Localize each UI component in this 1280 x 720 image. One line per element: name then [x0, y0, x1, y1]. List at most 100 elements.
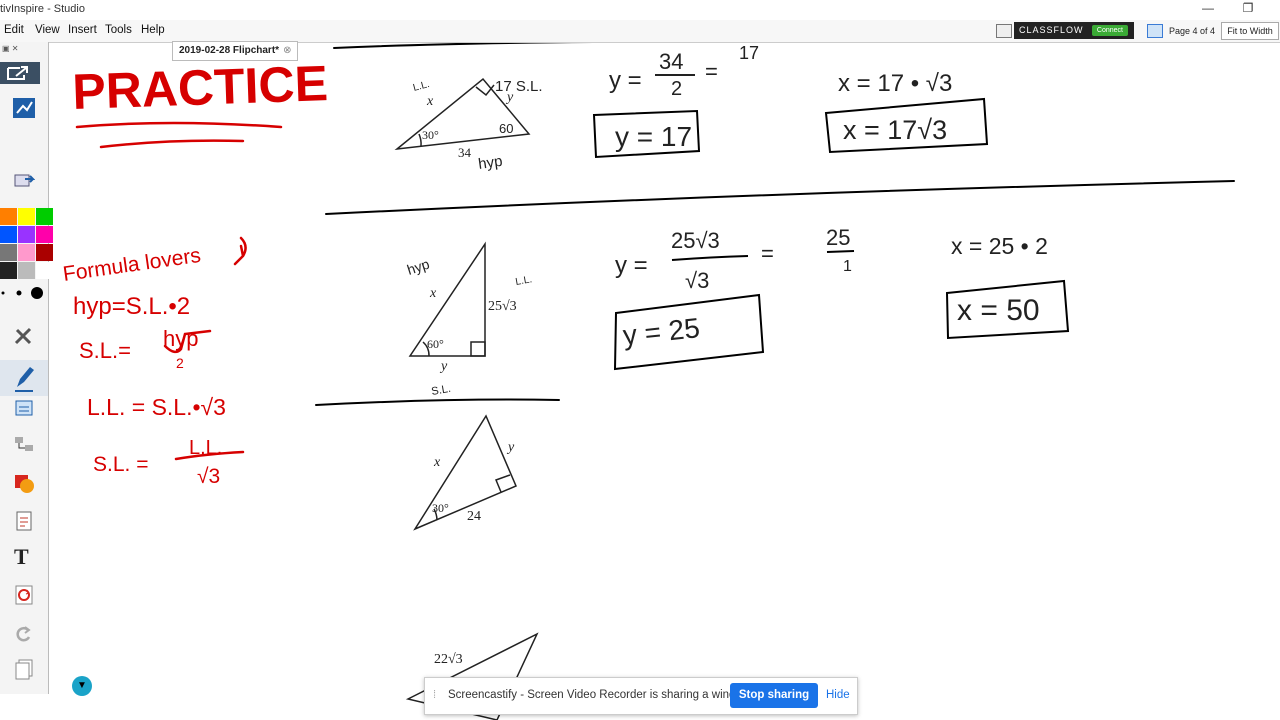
- p1-note-ll: L.L.: [412, 79, 431, 94]
- p2-y-answer: y = 25: [621, 312, 701, 351]
- divider-line-2: [315, 398, 560, 406]
- shape-icon[interactable]: [13, 472, 35, 493]
- p3-label-side: 24: [467, 509, 481, 524]
- formula-hyp: hyp=S.L.•2: [73, 293, 190, 320]
- pen-tool[interactable]: [0, 360, 48, 396]
- p1-note-sixty: 60: [499, 121, 513, 136]
- p3-label-angle: 30°: [432, 501, 449, 515]
- practice-title: PRACTICE: [71, 55, 328, 120]
- p2-label-x: x: [429, 286, 437, 301]
- p2-label-angle: 60°: [427, 337, 444, 351]
- triangle-2-right-angle: [470, 341, 486, 357]
- share-message: Screencastify - Screen Video Recorder is…: [448, 689, 753, 701]
- document-icon[interactable]: [13, 510, 35, 531]
- color-swatch[interactable]: [0, 226, 17, 243]
- formula-sl2-denominator: √3: [197, 465, 220, 488]
- p1-note-sl: 17 S.L.: [495, 78, 543, 95]
- p2-y-numerator: 25√3: [671, 228, 720, 253]
- menu-help[interactable]: Help: [141, 24, 165, 36]
- connector-icon[interactable]: [13, 434, 35, 454]
- formula-heading: Formula lovers: [61, 244, 202, 286]
- p1-label-angle: 30°: [422, 128, 439, 142]
- p2-y-result-denominator: 1: [843, 258, 852, 275]
- minimize-icon[interactable]: —: [1190, 1, 1226, 19]
- p1-y-lhs: y =: [609, 67, 642, 94]
- menu-view[interactable]: View: [35, 24, 60, 36]
- divider-line-top: [333, 43, 595, 49]
- formula-sl-denominator: 2: [176, 355, 184, 371]
- drag-handle-icon[interactable]: ⁞: [433, 689, 436, 701]
- text-tool-icon[interactable]: T: [14, 546, 36, 568]
- screen-share-bar: ⁞ Screencastify - Screen Video Recorder …: [424, 677, 858, 715]
- p2-y-denominator: √3: [685, 268, 709, 293]
- menu-bar: Edit View Insert Tools Help 2019-02-28 F…: [0, 20, 1280, 61]
- triangle-3: [413, 414, 517, 531]
- classflow-label: CLASSFLOW: [1019, 25, 1084, 35]
- tools-icon[interactable]: [13, 326, 35, 346]
- p2-note-sl: S.L.: [430, 383, 451, 398]
- classflow-button[interactable]: CLASSFLOW Connect: [1014, 22, 1134, 39]
- page-sorter-icon[interactable]: [1147, 24, 1163, 38]
- menu-tools[interactable]: Tools: [105, 24, 132, 36]
- formula-sl2-numerator: L.L.: [189, 437, 222, 459]
- p2-x-equation: x = 25 • 2: [951, 233, 1048, 259]
- p2-note-hyp: hyp: [405, 256, 432, 278]
- divider-line-1: [325, 180, 1235, 215]
- reset-page-icon[interactable]: [13, 584, 35, 605]
- menu-insert[interactable]: Insert: [68, 24, 97, 36]
- p2-y-result-numerator: 25: [826, 225, 850, 250]
- color-swatch[interactable]: [18, 208, 35, 225]
- pen-width-selector[interactable]: [0, 285, 46, 301]
- p2-x-answer: x = 50: [957, 294, 1040, 327]
- color-swatch[interactable]: [18, 244, 35, 261]
- title-underline-2: [99, 139, 245, 149]
- formula-ll: L.L. = S.L.•√3: [87, 394, 226, 420]
- p1-y-equals: =: [705, 59, 718, 84]
- p2-label-ll-value: 25√3: [488, 299, 517, 314]
- p4-label-side: 22√3: [434, 652, 463, 667]
- menu-edit[interactable]: Edit: [4, 24, 24, 36]
- page-indicator: Page 4 of 4: [1169, 26, 1216, 36]
- pages-icon[interactable]: [13, 658, 35, 680]
- p1-x-answer: x = 17√3: [843, 115, 947, 145]
- restore-icon[interactable]: ❐: [1230, 1, 1266, 19]
- redo-icon[interactable]: [13, 622, 35, 642]
- color-swatch[interactable]: [18, 226, 35, 243]
- p2-y-equals: =: [761, 241, 774, 266]
- toolbox-handle[interactable]: ▣ ✕: [2, 44, 42, 54]
- pen-icon: [15, 367, 34, 392]
- connect-badge: Connect: [1091, 25, 1128, 36]
- p2-note-ll: L.L.: [515, 274, 533, 288]
- color-swatch[interactable]: [0, 262, 17, 279]
- formula-sl-numerator: hyp: [163, 326, 198, 351]
- title-bar: tivInspire - Studio — ❐: [0, 0, 1280, 20]
- p3-label-y: y: [506, 440, 515, 455]
- color-swatch[interactable]: [0, 244, 17, 261]
- p2-fraction-bar-2: [826, 250, 855, 253]
- p1-label-hyp-value: 34: [458, 145, 472, 160]
- hide-button[interactable]: Hide: [826, 689, 850, 701]
- p2-fraction-bar-1: [671, 255, 749, 261]
- flipchart-canvas[interactable]: PRACTICE Formula lovers hyp=S.L.•2 S.L. =…: [49, 43, 1280, 720]
- desktop-annotate-icon[interactable]: [13, 98, 35, 118]
- collapse-toolbox-icon[interactable]: ▼: [72, 676, 92, 696]
- p1-label-x: x: [426, 94, 434, 109]
- fill-icon[interactable]: [13, 398, 35, 418]
- color-swatch[interactable]: [18, 262, 35, 279]
- color-swatch[interactable]: [0, 208, 17, 225]
- p1-y-result: 17: [739, 43, 759, 63]
- select-icon[interactable]: [13, 170, 36, 190]
- fit-to-width-select[interactable]: Fit to Width: [1221, 22, 1279, 40]
- p1-y-denominator: 2: [671, 78, 682, 100]
- main-toolbox: ▣ ✕ T: [0, 42, 53, 694]
- window-title: tivInspire - Studio: [0, 3, 85, 15]
- share-icon[interactable]: [0, 62, 40, 84]
- stop-sharing-button[interactable]: Stop sharing: [730, 683, 818, 708]
- formula-sl2: S.L. =: [93, 453, 148, 476]
- p1-y-numerator: 34: [659, 49, 683, 74]
- desktop-icon[interactable]: [996, 24, 1012, 38]
- title-underline-1: [75, 121, 283, 129]
- p1-note-hyp: hyp: [477, 153, 503, 173]
- triangle-1-angle-arc: [418, 133, 422, 147]
- p2-y-lhs: y =: [615, 252, 648, 279]
